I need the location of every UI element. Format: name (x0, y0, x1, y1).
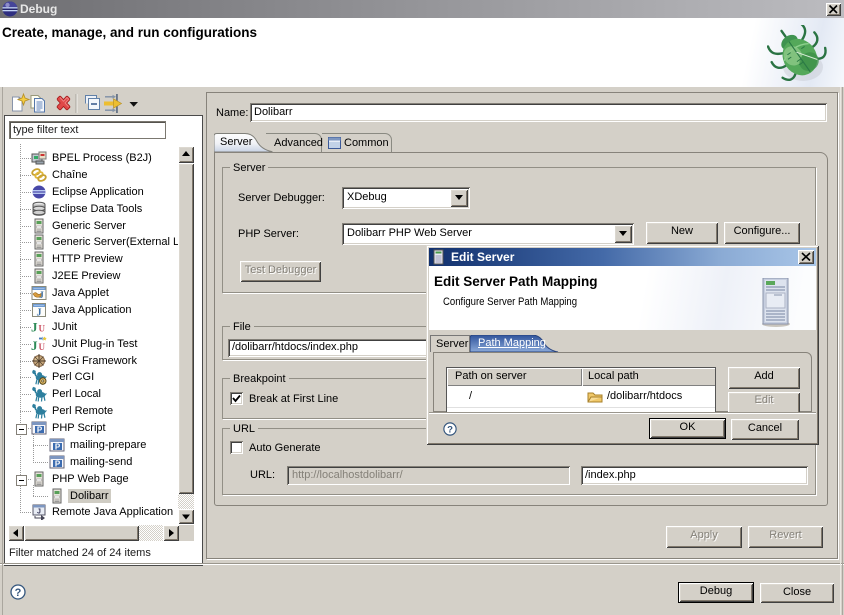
svg-text:J: J (31, 338, 38, 352)
svg-text:?: ? (15, 587, 22, 599)
svg-text:?: ? (447, 425, 453, 436)
svg-text:P: P (55, 443, 61, 452)
svg-text:P: P (55, 460, 61, 469)
svg-text:J: J (39, 290, 44, 300)
svg-text:J: J (37, 509, 41, 516)
svg-text:P: P (37, 426, 43, 435)
svg-text:U: U (39, 324, 46, 334)
svg-text:J: J (37, 308, 42, 319)
svg-text:J: J (31, 320, 38, 335)
svg-text:U: U (39, 342, 46, 352)
